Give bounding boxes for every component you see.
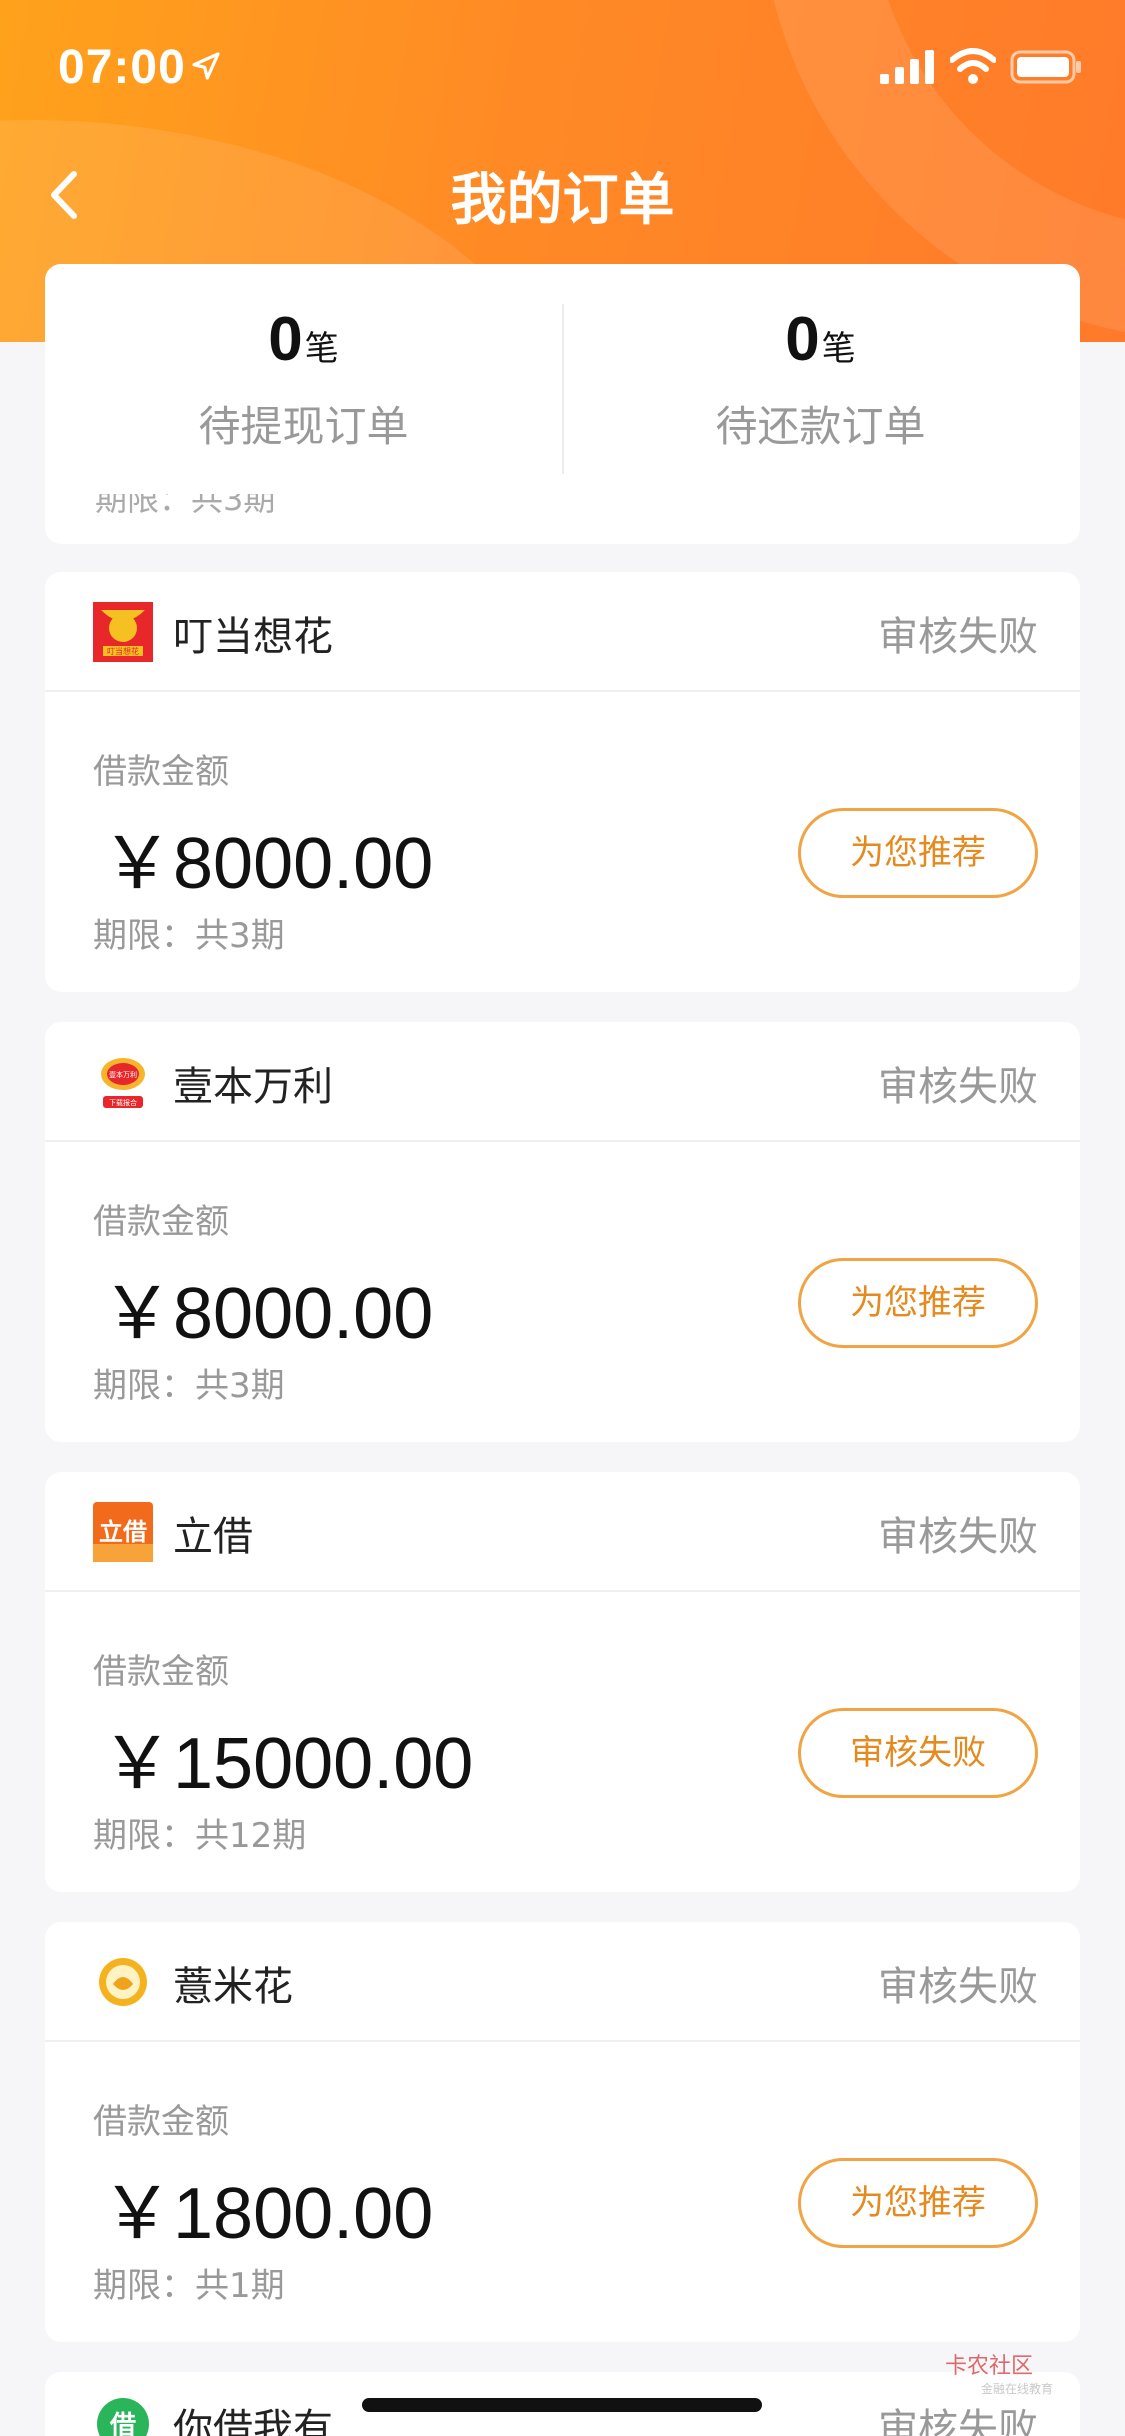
pending-withdrawal-unit: 笔 — [304, 329, 339, 369]
amount-label: 借款金额 — [93, 1652, 229, 1692]
svg-text:下载报合: 下载报合 — [109, 1098, 137, 1107]
pending-withdrawal-count-row: 0笔 — [45, 304, 562, 375]
yimihua-logo-icon — [99, 1958, 147, 2006]
brand-name: 叮当想花 — [173, 614, 333, 660]
recommend-button[interactable]: 为您推荐 — [798, 2158, 1038, 2248]
svg-text:立借: 立借 — [99, 1518, 147, 1546]
scrolled-term-text: 期限：共3期 — [95, 480, 276, 518]
svg-text:叮当想花: 叮当想花 — [107, 646, 139, 656]
loan-term: 期限：共12期 — [93, 1816, 307, 1856]
order-card-header: 立借 立借 审核失败 — [45, 1472, 1080, 1592]
home-indicator[interactable] — [362, 2398, 762, 2412]
loan-term: 期限：共3期 — [93, 1366, 285, 1406]
loan-term: 期限：共3期 — [93, 916, 285, 956]
pending-withdrawal-count: 0 — [268, 305, 303, 374]
loan-amount: ￥8000.00 — [101, 1274, 434, 1354]
amount-label: 借款金额 — [93, 1202, 229, 1242]
recommend-button[interactable]: 为您推荐 — [798, 808, 1038, 898]
brand-name: 壹本万利 — [173, 1064, 333, 1110]
wifi-icon — [950, 48, 996, 84]
brand-name: 薏米花 — [173, 1964, 293, 2010]
loan-amount: ￥15000.00 — [101, 1724, 474, 1804]
watermark-line1: 卡农社区 — [945, 2354, 1034, 2379]
battery-icon — [1010, 50, 1081, 84]
location-arrow-icon — [192, 52, 220, 80]
cellular-signal-icon — [880, 50, 934, 84]
order-card[interactable]: 壹本万利 下载报合 壹本万利 审核失败 借款金额 ￥8000.00 期限：共3期… — [45, 1022, 1080, 1442]
status-time: 07:00 — [58, 41, 186, 94]
order-card-header: 薏米花 审核失败 — [45, 1922, 1080, 2042]
order-status: 审核失败 — [878, 2406, 1038, 2436]
yibenwanli-logo-icon: 壹本万利 下载报合 — [93, 1052, 153, 1112]
order-summary-card: 0笔 待提现订单 0笔 待还款订单 期限：共3期 — [45, 264, 1080, 544]
order-status: 审核失败 — [878, 1964, 1038, 2010]
amount-label: 借款金额 — [93, 2102, 229, 2142]
pending-repayment-label: 待还款订单 — [715, 402, 926, 451]
recommend-button[interactable]: 为您推荐 — [798, 1258, 1038, 1348]
pending-repayment-unit: 笔 — [821, 329, 856, 369]
brand-name: 立借 — [173, 1514, 253, 1560]
nijiewoyou-logo-icon: 借 — [97, 2398, 149, 2436]
watermark: 卡农社区 金融在线教育 — [945, 2348, 1075, 2396]
order-card[interactable]: 立借 立借 审核失败 借款金额 ￥15000.00 期限：共12期 审核失败 — [45, 1472, 1080, 1892]
pending-withdrawal-label: 待提现订单 — [198, 402, 409, 451]
order-status: 审核失败 — [878, 614, 1038, 660]
status-bar: 07:00 — [0, 0, 1125, 130]
order-card-header: 壹本万利 下载报合 壹本万利 审核失败 — [45, 1022, 1080, 1142]
page-title: 我的订单 — [450, 168, 675, 233]
brand-name: 你借我有 — [173, 2406, 333, 2436]
loan-amount: ￥1800.00 — [101, 2174, 434, 2254]
order-card[interactable]: 薏米花 审核失败 借款金额 ￥1800.00 期限：共1期 为您推荐 — [45, 1922, 1080, 2342]
dingdang-logo-icon: 叮当想花 — [93, 602, 153, 662]
pending-repayment-count-row: 0笔 — [562, 304, 1079, 375]
review-failed-button[interactable]: 审核失败 — [798, 1708, 1038, 1798]
order-status: 审核失败 — [878, 1514, 1038, 1560]
order-card-header: 叮当想花 叮当想花 审核失败 — [45, 572, 1080, 692]
svg-text:借: 借 — [109, 2411, 136, 2436]
pending-repayment-count: 0 — [785, 305, 820, 374]
lijie-logo-icon: 立借 — [93, 1502, 153, 1562]
amount-label: 借款金额 — [93, 752, 229, 792]
watermark-line2: 金融在线教育 — [981, 2382, 1054, 2396]
order-card[interactable]: 叮当想花 叮当想花 审核失败 借款金额 ￥8000.00 期限：共3期 为您推荐 — [45, 572, 1080, 992]
pending-repayment-summary[interactable]: 0笔 待还款订单 — [562, 304, 1079, 454]
pending-withdrawal-summary[interactable]: 0笔 待提现订单 — [45, 304, 562, 454]
order-status: 审核失败 — [878, 1064, 1038, 1110]
loan-amount: ￥8000.00 — [101, 824, 434, 904]
loan-term: 期限：共1期 — [93, 2266, 285, 2306]
svg-text:壹本万利: 壹本万利 — [109, 1070, 137, 1079]
